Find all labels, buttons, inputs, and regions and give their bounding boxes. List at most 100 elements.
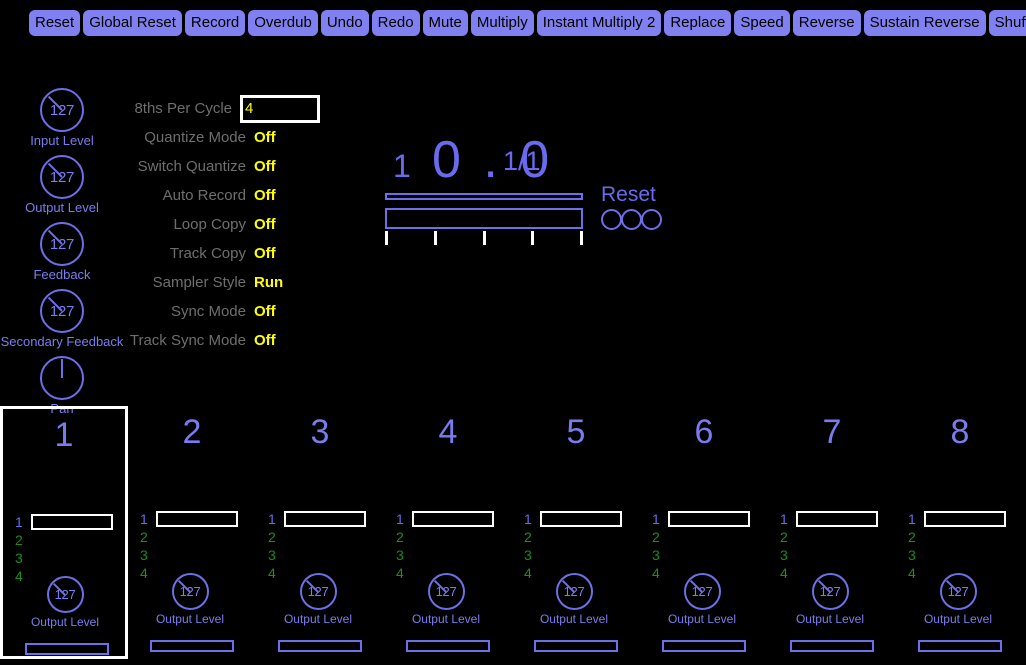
sampler-style-label: Sampler Style: [100, 274, 254, 291]
track-row-label[interactable]: 3: [140, 546, 154, 564]
track-5[interactable]: 51234127Output Level: [512, 406, 640, 659]
knob-dial[interactable]: 127: [940, 573, 977, 610]
track-row-label[interactable]: 1: [652, 510, 666, 528]
multiply-button[interactable]: Multiply: [471, 10, 534, 36]
track-row-label[interactable]: 1: [524, 510, 538, 528]
quantize-mode-value[interactable]: Off: [254, 129, 276, 146]
mute-button[interactable]: Mute: [423, 10, 468, 36]
reverse-button[interactable]: Reverse: [793, 10, 861, 36]
track-output-level-knob[interactable]: 127Output Level: [896, 573, 1020, 626]
track-row-label[interactable]: 2: [268, 528, 282, 546]
track-output-level-knob[interactable]: 127 Output Level: [384, 573, 508, 626]
knob-dial[interactable]: 127: [40, 155, 84, 199]
sustain-reverse-button[interactable]: Sustain Reverse: [864, 10, 986, 36]
track-number: 7: [768, 415, 896, 449]
reset-button[interactable]: Reset: [29, 10, 80, 36]
track-row-label[interactable]: 1: [268, 510, 282, 528]
param-row-track-sync-mode: Track Sync ModeOff: [100, 326, 320, 355]
track-row-label[interactable]: 3: [396, 546, 410, 564]
track-row-label[interactable]: 1: [140, 510, 154, 528]
knob-dial[interactable]: 127: [556, 573, 593, 610]
auto-record-value[interactable]: Off: [254, 187, 276, 204]
knob-label: Output Level: [128, 612, 252, 626]
track-row-label[interactable]: 2: [908, 528, 922, 546]
replace-button[interactable]: Replace: [664, 10, 731, 36]
track-row-labels: 1234: [268, 510, 282, 582]
switch-quantize-value[interactable]: Off: [254, 158, 276, 175]
track-output-level-knob[interactable]: 127Output Level: [256, 573, 380, 626]
reset-cluster-label: Reset: [601, 183, 681, 207]
track-1[interactable]: 11234127Output Level: [0, 406, 128, 659]
track-row-label[interactable]: 3: [780, 546, 794, 564]
track-3[interactable]: 31234127Output Level: [256, 406, 384, 659]
knob-dial[interactable]: 127: [428, 573, 465, 610]
knob-dial[interactable]: 127: [40, 289, 84, 333]
sync-mode-value[interactable]: Off: [254, 303, 276, 320]
track-row-label[interactable]: 2: [780, 528, 794, 546]
knob-dial[interactable]: 127: [172, 573, 209, 610]
knob-dial[interactable]: 127: [300, 573, 337, 610]
tick-mark: [385, 231, 388, 245]
knob-dial[interactable]: [40, 356, 84, 400]
track-7[interactable]: 71234127Output Level: [768, 406, 896, 659]
track-row-label[interactable]: 3: [15, 549, 29, 567]
track-row-label[interactable]: 3: [268, 546, 282, 564]
reset-cluster: Reset: [601, 183, 681, 230]
knob-dial[interactable]: 127: [684, 573, 721, 610]
track-row-label[interactable]: 2: [15, 531, 29, 549]
track-row-label[interactable]: 3: [908, 546, 922, 564]
knob-dial[interactable]: 127: [812, 573, 849, 610]
track-output-level-knob[interactable]: 127Output Level: [3, 576, 127, 629]
redo-button[interactable]: Redo: [372, 10, 420, 36]
track-row-label[interactable]: 3: [652, 546, 666, 564]
track-row-label[interactable]: 2: [652, 528, 666, 546]
sampler-style-value[interactable]: Run: [254, 274, 283, 291]
reset-dot[interactable]: [621, 209, 642, 230]
knob-label: Output Level: [768, 612, 892, 626]
track-8[interactable]: 81234127Output Level: [896, 406, 1024, 659]
track-number: 8: [896, 415, 1024, 449]
eighths-per-cycle-input[interactable]: [240, 95, 320, 123]
track-row-label[interactable]: 2: [524, 528, 538, 546]
reset-dot[interactable]: [601, 209, 622, 230]
track-row-label[interactable]: 1: [908, 510, 922, 528]
track-4[interactable]: 41234127Output Level: [384, 406, 512, 659]
shuffle-button[interactable]: Shuffle: [989, 10, 1026, 36]
reset-dot[interactable]: [641, 209, 662, 230]
undo-button[interactable]: Undo: [321, 10, 369, 36]
knob-label: Output Level: [384, 612, 508, 626]
tick-mark: [531, 231, 534, 245]
knob-dial[interactable]: 127: [47, 576, 84, 613]
track-copy-value[interactable]: Off: [254, 245, 276, 262]
track-output-level-knob[interactable]: 127 Output Level: [768, 573, 892, 626]
track-row-label[interactable]: 3: [524, 546, 538, 564]
param-row-sampler-style: Sampler StyleRun: [100, 268, 320, 297]
knob-dial[interactable]: 127: [40, 222, 84, 266]
speed-button[interactable]: Speed: [734, 10, 789, 36]
knob-label: Output Level: [512, 612, 636, 626]
track-loop-bar: [156, 511, 238, 527]
track-row-label[interactable]: 1: [780, 510, 794, 528]
record-button[interactable]: Record: [185, 10, 245, 36]
track-row-label[interactable]: 1: [15, 513, 29, 531]
track-row-label[interactable]: 2: [140, 528, 154, 546]
track-sync-mode-value[interactable]: Off: [254, 332, 276, 349]
switch-quantize-label: Switch Quantize: [100, 158, 254, 175]
track-row-label[interactable]: 1: [396, 510, 410, 528]
track-output-level-knob[interactable]: 127 Output Level: [128, 573, 252, 626]
loop-copy-value[interactable]: Off: [254, 216, 276, 233]
global-reset-button[interactable]: Global Reset: [83, 10, 182, 36]
track-row-labels: 1234: [140, 510, 154, 582]
knob-dial[interactable]: 127: [40, 88, 84, 132]
loop-position-bar: [385, 208, 583, 229]
overdub-button[interactable]: Overdub: [248, 10, 318, 36]
track-6[interactable]: 61234127Output Level: [640, 406, 768, 659]
knob-label: Output Level: [640, 612, 764, 626]
track-row-label[interactable]: 2: [396, 528, 410, 546]
track-2[interactable]: 21234 127 Output Level: [128, 406, 256, 659]
track-loop-bar: [540, 511, 622, 527]
track-level-meter: [278, 640, 362, 652]
track-output-level-knob[interactable]: 127 Output Level: [512, 573, 636, 626]
track-output-level-knob[interactable]: 127 Output Level: [640, 573, 764, 626]
instant-multiply-2-button[interactable]: Instant Multiply 2: [537, 10, 662, 36]
